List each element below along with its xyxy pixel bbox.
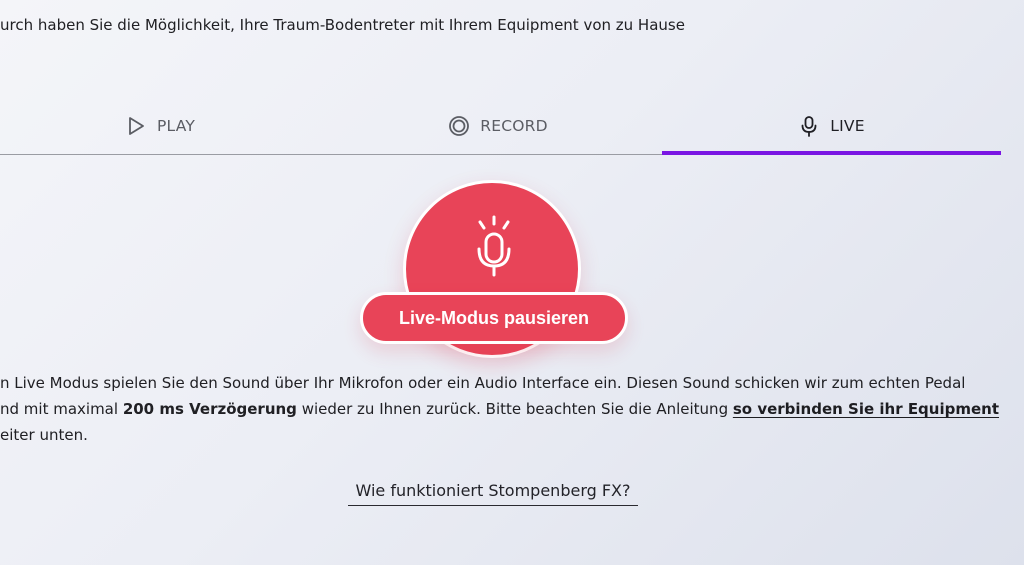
play-icon xyxy=(125,115,147,137)
tab-play-label: PLAY xyxy=(156,117,195,135)
pause-live-mode-label: Live-Modus pausieren xyxy=(398,307,590,328)
tab-live-label: LIVE xyxy=(830,117,865,135)
intro-text: urch haben Sie die Möglichkeit, Ihre Tra… xyxy=(0,16,685,34)
description-line-1: n Live Modus spielen Sie den Sound über … xyxy=(0,374,966,392)
description-line-2-middle: wieder zu Ihnen zurück. Bitte beachten S… xyxy=(296,400,733,418)
mode-tabs: PLAY RECORD LIVE xyxy=(0,100,1001,155)
how-it-works-link[interactable]: Wie funktioniert Stompenberg FX? xyxy=(348,479,638,506)
description-line-3: eiter unten. xyxy=(0,426,88,444)
description-line-2-prefix: nd mit maximal xyxy=(0,400,123,418)
pause-live-mode-button[interactable]: Live-Modus pausieren xyxy=(360,292,628,344)
record-icon xyxy=(448,115,470,137)
live-mode-description: n Live Modus spielen Sie den Sound über … xyxy=(0,370,1010,448)
tab-record[interactable]: RECORD xyxy=(334,100,662,152)
tab-live[interactable]: LIVE xyxy=(662,100,1001,155)
equipment-guide-link[interactable]: so verbinden Sie ihr Equipment xyxy=(733,400,999,418)
microphone-active-icon xyxy=(471,213,517,279)
latency-highlight: 200 ms Verzögerung xyxy=(122,400,297,418)
live-mode-control: Live-Modus pausieren xyxy=(360,180,628,358)
tab-record-label: RECORD xyxy=(480,117,548,135)
microphone-icon xyxy=(798,115,820,137)
description-line-2: nd mit maximal 200 ms Verzögerung wieder… xyxy=(0,396,1010,422)
tab-play[interactable]: PLAY xyxy=(0,100,320,152)
